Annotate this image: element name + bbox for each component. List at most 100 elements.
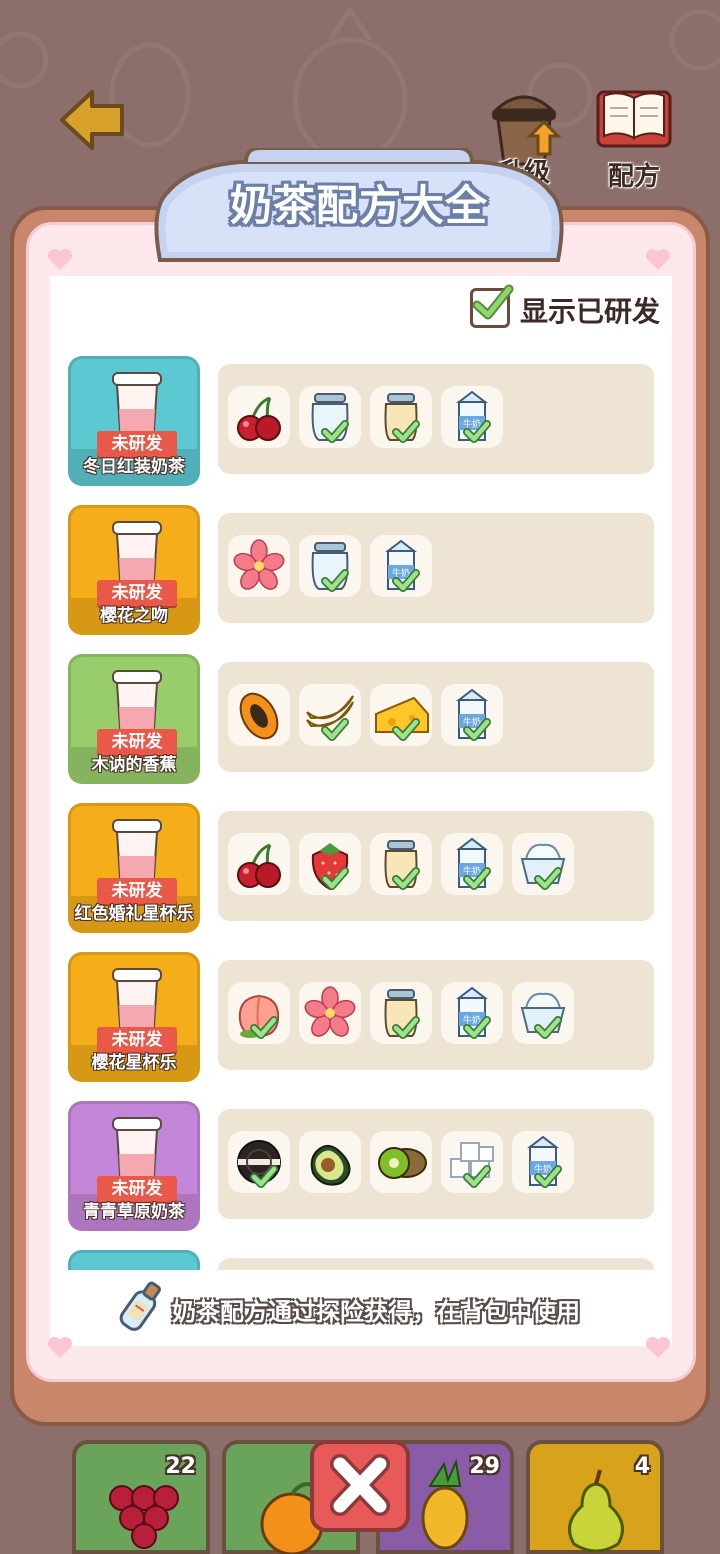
ingredient-slot[interactable]: 牛奶: [441, 386, 503, 448]
recipe-tip: 奶茶配方通过探险获得，在背包中使用: [110, 1276, 630, 1336]
drink-card[interactable]: 未研发 木讷的香蕉: [68, 654, 200, 784]
milk-carton-icon: 牛奶: [456, 837, 491, 890]
drink-card[interactable]: 未研发 樱花星杯乐: [68, 952, 200, 1082]
cheese-icon: [375, 696, 429, 741]
heart-icon: [645, 1336, 671, 1358]
ice-cream-cup-icon: [520, 843, 566, 890]
close-icon: [330, 1454, 390, 1516]
sakura-icon: [304, 986, 356, 1037]
heart-icon: [47, 1336, 73, 1358]
cream-jar-icon: [384, 393, 420, 443]
drink-name: 樱花星杯乐: [91, 1053, 177, 1073]
ingredient-slot[interactable]: [228, 386, 290, 448]
ingredient-slot[interactable]: [228, 535, 290, 597]
ice-cream-cup-icon: [520, 992, 566, 1039]
sugar-cubes-icon: [450, 1142, 494, 1188]
inventory-slot[interactable]: 22: [72, 1440, 210, 1554]
show-developed-label: 显示已研发: [520, 295, 661, 328]
ingredient-slot[interactable]: [370, 982, 432, 1044]
recipe-row[interactable]: 未研发 木讷的香蕉 牛奶: [68, 648, 658, 784]
kiwi-icon: [378, 1147, 427, 1179]
drink-name: 红色婚礼星杯乐: [74, 904, 194, 924]
recipe-tip-text: 奶茶配方通过探险获得，在背包中使用: [172, 1298, 580, 1326]
empty-jar-icon: [311, 393, 349, 443]
back-arrow-button[interactable]: [58, 86, 128, 154]
inventory-slot[interactable]: 4: [526, 1440, 664, 1554]
ingredient-slot[interactable]: [299, 1131, 361, 1193]
milk-carton-icon: 牛奶: [527, 1135, 562, 1188]
drink-name: 木讷的香蕉: [91, 755, 177, 775]
ingredient-strip: 牛奶: [218, 960, 654, 1070]
ingredient-slot[interactable]: 牛奶: [512, 1131, 574, 1193]
ingredient-strip: 牛奶: [218, 513, 654, 623]
book-icon: [596, 90, 672, 148]
ingredient-slot[interactable]: [370, 1131, 432, 1193]
ingredient-slot[interactable]: [370, 833, 432, 895]
banana-icon: [306, 695, 354, 741]
drink-card[interactable]: 未研发 青青草原奶茶: [68, 1101, 200, 1231]
close-button[interactable]: [310, 1440, 410, 1532]
oreo-icon: [237, 1140, 281, 1188]
ingredient-slot[interactable]: 牛奶: [441, 684, 503, 746]
milk-carton-icon: 牛奶: [456, 390, 491, 443]
ingredient-strip: 牛奶: [218, 662, 654, 772]
milk-carton-icon: 牛奶: [385, 539, 420, 592]
show-developed-toggle[interactable]: 显示已研发: [470, 284, 670, 332]
recipe-label: 配方: [607, 162, 660, 192]
ingredient-slot[interactable]: [370, 386, 432, 448]
ingredient-slot[interactable]: [228, 833, 290, 895]
ingredient-slot[interactable]: [299, 833, 361, 895]
ingredient-slot[interactable]: 牛奶: [441, 982, 503, 1044]
peach-icon: [238, 994, 280, 1039]
cherry-icon: [237, 843, 281, 888]
recipe-row-partial[interactable]: [68, 1244, 658, 1270]
cream-jar-icon: [384, 840, 420, 890]
ingredient-slot[interactable]: [228, 982, 290, 1044]
recipe-row[interactable]: 未研发 红色婚礼星杯乐 牛奶: [68, 797, 658, 933]
sakura-icon: [233, 539, 285, 590]
cream-jar-icon: [384, 989, 420, 1039]
drink-card[interactable]: 未研发 冬日红装奶茶: [68, 356, 200, 486]
drink-name: 冬日红装奶茶: [83, 457, 185, 477]
show-developed-checkbox[interactable]: [470, 284, 514, 328]
recipe-row[interactable]: 未研发 樱花之吻 牛奶: [68, 499, 658, 635]
heart-icon: [47, 248, 73, 270]
ingredient-slot[interactable]: [299, 386, 361, 448]
ingredient-slot[interactable]: [370, 684, 432, 746]
empty-jar-icon: [311, 542, 349, 592]
ingredient-slot[interactable]: [228, 1131, 290, 1193]
recipe-list[interactable]: 未研发 冬日红装奶茶 牛奶 未研发 樱花之吻 牛奶 未研发 木讷的香蕉 牛奶 未研发 红色婚礼星杯乐…: [64, 350, 664, 1270]
ingredient-slot[interactable]: 牛奶: [441, 833, 503, 895]
drink-card[interactable]: 未研发 红色婚礼星杯乐: [68, 803, 200, 933]
ingredient-slot[interactable]: [441, 1131, 503, 1193]
ingredient-strip: 牛奶: [218, 1109, 654, 1219]
heart-icon: [645, 248, 671, 270]
ingredient-strip: 牛奶: [218, 364, 654, 474]
ingredient-slot[interactable]: 牛奶: [370, 535, 432, 597]
ingredient-slot[interactable]: [299, 684, 361, 746]
ingredient-slot[interactable]: [228, 684, 290, 746]
ingredient-slot[interactable]: [512, 833, 574, 895]
message-bottle-icon: [119, 1281, 161, 1331]
ingredient-strip: 牛奶: [218, 811, 654, 921]
drink-card[interactable]: 未研发 樱花之吻: [68, 505, 200, 635]
back-arrow-icon: [60, 90, 124, 150]
inventory-count: 22: [165, 1454, 196, 1479]
drink-card[interactable]: [68, 1250, 200, 1270]
recipe-row[interactable]: 未研发 青青草原奶茶 牛奶: [68, 1095, 658, 1231]
checkmark-icon: [472, 284, 514, 320]
drink-name: 樱花之吻: [100, 606, 168, 626]
ingredient-slot[interactable]: [299, 535, 361, 597]
recipe-row[interactable]: 未研发 樱花星杯乐 牛奶: [68, 946, 658, 1082]
cherry-icon: [237, 396, 281, 441]
recipe-row[interactable]: 未研发 冬日红装奶茶 牛奶: [68, 350, 658, 486]
page-title: 奶茶配方大全: [229, 181, 488, 230]
papaya-icon: [239, 692, 279, 740]
ingredient-strip: [218, 1258, 654, 1270]
ingredient-slot[interactable]: [512, 982, 574, 1044]
drink-name: 青青草原奶茶: [83, 1202, 185, 1222]
strawberry-icon: [311, 843, 349, 891]
recipe-book-button[interactable]: 配方: [594, 86, 674, 192]
ingredient-slot[interactable]: [299, 982, 361, 1044]
inventory-count: 29: [469, 1454, 500, 1479]
